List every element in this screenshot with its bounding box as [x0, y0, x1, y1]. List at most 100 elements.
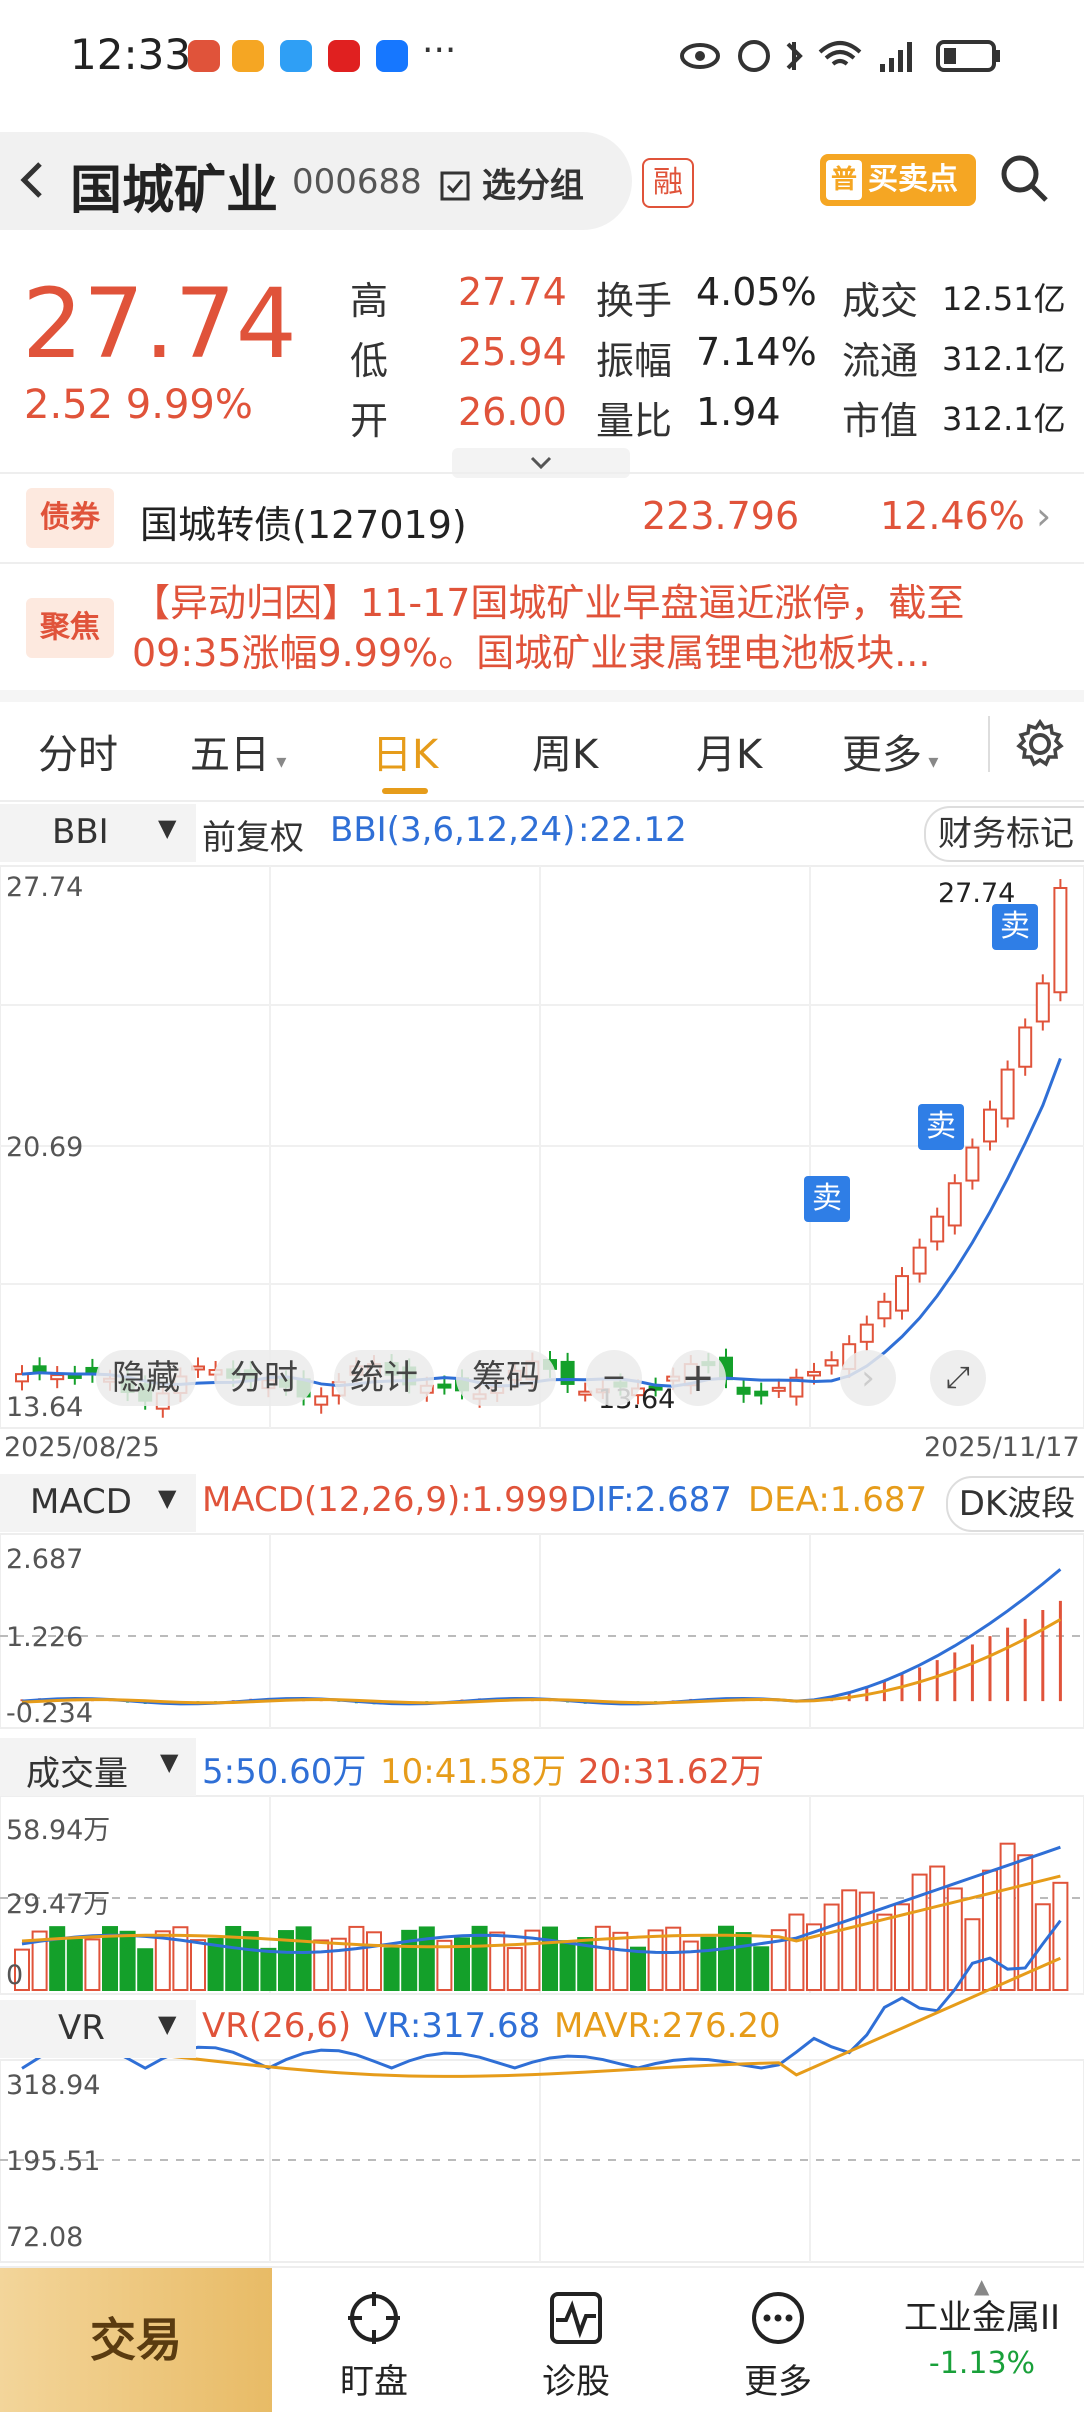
- volume-bar: [788, 1913, 805, 1992]
- volume-bar: [647, 1929, 664, 1991]
- fullscreen-icon[interactable]: ⤢: [930, 1350, 986, 1406]
- candle-body: [859, 1323, 874, 1343]
- candle-body: [1035, 982, 1050, 1023]
- stats-button[interactable]: 统计: [334, 1350, 434, 1406]
- candle-body: [895, 1275, 909, 1312]
- volume-bar: [682, 1940, 699, 1991]
- volume-selector[interactable]: 成交量 ▼: [0, 1738, 196, 1796]
- candle-body: [314, 1395, 329, 1406]
- vr-title: VR(26,6): [202, 2006, 352, 2046]
- volume-bar: [66, 1938, 83, 1991]
- volume-bar: [489, 1931, 506, 1991]
- volume-bar: [1052, 1881, 1069, 1991]
- macd-dea: DEA:1.687: [748, 1480, 928, 1520]
- crosshair-icon: [348, 2292, 400, 2344]
- dk-band-button[interactable]: DK波段: [946, 1476, 1084, 1532]
- volume-bar: [559, 1940, 576, 1991]
- macd-y-bottom: -0.234: [6, 1698, 94, 1729]
- volume-bar: [295, 1926, 312, 1991]
- vr-selector-name: VR: [58, 2008, 105, 2048]
- volume-bar: [313, 1939, 330, 1992]
- candle-body: [877, 1300, 892, 1320]
- volume-bar: [383, 1947, 400, 1992]
- sector-change: -1.13%: [928, 2346, 1036, 2381]
- volume-bar: [594, 1925, 611, 1991]
- volume-ma20: 20:31.62万: [578, 1752, 765, 1792]
- mavr-value: MAVR:276.20: [554, 2006, 781, 2046]
- volume-bar: [348, 1925, 365, 1991]
- candle-body: [1000, 1068, 1015, 1120]
- trade-button[interactable]: 交易: [0, 2268, 272, 2412]
- more-icon: [752, 2292, 804, 2344]
- hide-button[interactable]: 隐藏: [96, 1350, 196, 1406]
- zoom-in-icon[interactable]: +: [670, 1350, 726, 1406]
- macd-dif: DIF:2.687: [570, 1480, 732, 1520]
- candle-body: [930, 1215, 945, 1243]
- volume-bar: [260, 1947, 277, 1991]
- candle-body: [965, 1146, 980, 1182]
- vr-value: VR:317.68: [364, 2006, 541, 2046]
- candle-body: [736, 1386, 751, 1395]
- candle-body: [437, 1383, 452, 1389]
- kline-date-start: 2025/08/25: [4, 1432, 160, 1463]
- volume-bar: [612, 1931, 629, 1991]
- volume-bar: [190, 1939, 206, 1991]
- intraday-overlay-button[interactable]: 分时: [214, 1350, 314, 1406]
- volume-bar: [242, 1931, 259, 1992]
- candle-body: [754, 1390, 769, 1397]
- volume-bar: [982, 1869, 998, 1992]
- watch-button[interactable]: 盯盘: [274, 2268, 474, 2412]
- volume-bar: [366, 1931, 382, 1991]
- caret-down-icon: ▼: [158, 1484, 177, 1512]
- kline-y-bottom: 13.64: [6, 1392, 84, 1423]
- candle-body: [824, 1359, 839, 1367]
- pulse-icon: [550, 2292, 602, 2344]
- chips-button[interactable]: 筹码: [456, 1350, 556, 1406]
- vr-selector[interactable]: VR ▼: [0, 2000, 196, 2058]
- volume-bar: [858, 1891, 875, 1991]
- more-button[interactable]: 更多: [678, 2268, 878, 2412]
- zoom-out-icon[interactable]: −: [586, 1350, 642, 1406]
- sector-name[interactable]: 工业金属II: [880, 2290, 1084, 2339]
- volume-bar: [929, 1865, 946, 1991]
- volume-bar: [911, 1873, 928, 1992]
- volume-bar: [700, 1936, 717, 1991]
- volume-bar: [876, 1913, 893, 1992]
- more-label: 更多: [744, 2362, 812, 2402]
- volume-y-top: 58.94万: [6, 1815, 111, 1846]
- volume-bar: [964, 1918, 981, 1991]
- volume-bar: [1034, 1903, 1051, 1992]
- volume-bar: [84, 1938, 101, 1991]
- volume-ma10: 10:41.58万: [380, 1752, 567, 1792]
- kline-date-end: 2025/11/17: [924, 1432, 1080, 1463]
- sell-mark[interactable]: 卖: [804, 1176, 850, 1222]
- bbi-line: [21, 1057, 1062, 1388]
- scroll-right-icon[interactable]: ›: [840, 1350, 896, 1406]
- diagnose-button[interactable]: 诊股: [476, 2268, 676, 2412]
- volume-bar: [823, 1903, 840, 1991]
- volume-y-bottom: 0: [6, 1960, 24, 1991]
- macd-y-mid: 1.226: [6, 1622, 84, 1653]
- volume-bar: [753, 1946, 770, 1992]
- volume-bar: [630, 1946, 646, 1991]
- vr-y-mid: 195.51: [6, 2146, 101, 2177]
- sell-mark[interactable]: 卖: [992, 904, 1038, 950]
- watch-label: 盯盘: [340, 2362, 408, 2402]
- candle-body: [947, 1182, 962, 1227]
- candle-body: [983, 1108, 997, 1143]
- volume-bar: [841, 1889, 858, 1992]
- kline-y-mid: 20.69: [6, 1132, 84, 1163]
- diagnose-label: 诊股: [542, 2362, 610, 2402]
- caret-down-icon: ▼: [160, 1748, 179, 1776]
- candle-body: [1018, 1026, 1033, 1068]
- candle-body: [807, 1370, 821, 1377]
- macd-dea-line: [21, 1618, 1062, 1705]
- volume-bar: [506, 1947, 523, 1992]
- caret-down-icon: ▼: [158, 2010, 177, 2038]
- volume-selector-name: 成交量: [26, 1754, 128, 1794]
- volume-y-mid: 29.47万: [6, 1889, 111, 1920]
- sell-mark[interactable]: 卖: [918, 1104, 964, 1150]
- candle-body: [912, 1246, 927, 1275]
- vr-y-bottom: 72.08: [6, 2222, 84, 2253]
- macd-selector[interactable]: MACD ▼: [0, 1474, 196, 1532]
